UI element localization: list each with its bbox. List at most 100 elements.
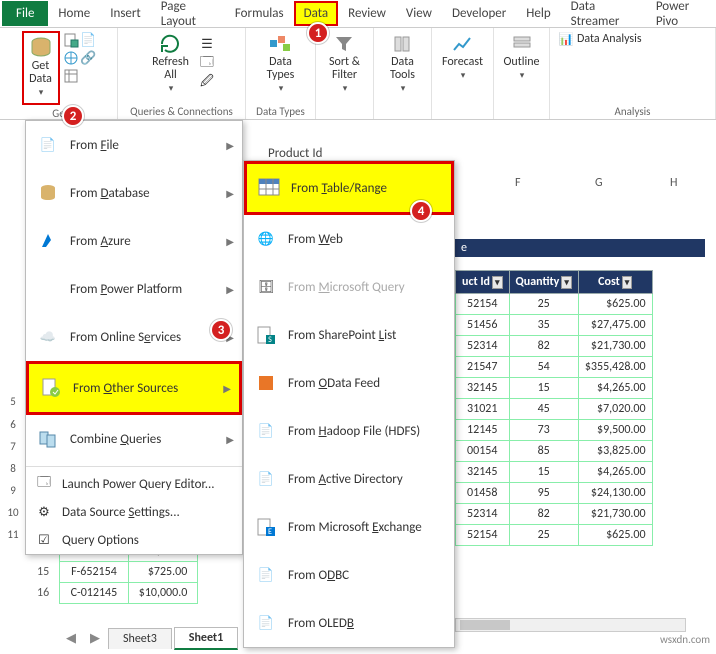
watermark: wsxdn.com — [660, 633, 710, 646]
sort-filter-button[interactable]: Sort & Filter — [325, 30, 364, 98]
submenu-from-odbc[interactable]: 📄From ODBC — [244, 551, 454, 599]
menu-combine-queries[interactable]: Combine Queries▶ — [26, 415, 242, 463]
table-icon — [257, 176, 281, 200]
gear-icon: ⚙ — [36, 504, 52, 520]
table-title-strip: e — [455, 239, 705, 257]
forecast-button[interactable]: Forecast — [438, 30, 487, 84]
col-cost[interactable]: Cost▾ — [578, 271, 652, 294]
ribbon-body: Get Data 📄 🔗 Ge Refresh All ☰ — [0, 28, 716, 120]
table-row[interactable]: 3102145$7,020.00 — [456, 399, 653, 420]
menu-from-database[interactable]: From Database▶ — [26, 169, 242, 217]
submenu-from-web[interactable]: 🌐From Web — [244, 215, 454, 263]
table-row[interactable]: 2154754$355,428.00 — [456, 357, 653, 378]
cloud-icon: ☁️ — [36, 325, 60, 349]
edit-links-icon[interactable]: 🖉 — [199, 75, 215, 91]
queries-icon[interactable]: ☰ — [199, 37, 215, 53]
tab-review[interactable]: Review — [338, 1, 396, 26]
data-table: uct Id▾ Quantity▾ Cost▾ 5215425$625.00 5… — [455, 270, 653, 546]
submenu-from-oledb[interactable]: 📄From OLEDB — [244, 599, 454, 647]
other-sources-submenu: From Table/Range 🌐From Web 🗄From Microso… — [243, 160, 455, 648]
table-row[interactable]: 5231482$21,730.00 — [456, 336, 653, 357]
azure-icon — [36, 229, 60, 253]
sheet-nav-next[interactable]: ▶ — [84, 631, 106, 646]
properties-icon[interactable]: 🗔 — [199, 56, 215, 72]
database-icon — [36, 181, 60, 205]
sheet-tabs: ◀ ▶ Sheet3 Sheet1 — [60, 627, 238, 650]
from-web-icon[interactable] — [63, 50, 79, 66]
from-text-icon[interactable] — [63, 32, 79, 48]
table-row[interactable]: 3214515$4,265.00 — [456, 462, 653, 483]
tab-insert[interactable]: Insert — [100, 1, 151, 26]
submenu-from-ad[interactable]: 📄From Active Directory — [244, 455, 454, 503]
col-header-f[interactable]: F — [515, 176, 521, 190]
col-product-id[interactable]: uct Id▾ — [456, 271, 510, 294]
data-types-button[interactable]: Data Types — [263, 30, 299, 98]
submenu-from-ms-query: 🗄From Microsoft Query — [244, 263, 454, 311]
table-row[interactable]: 16C-012145$10,000.0 — [27, 583, 198, 604]
menu-from-power-platform[interactable]: From Power Platform▶ — [26, 265, 242, 313]
step-badge-2: 2 — [62, 105, 84, 127]
file-tab[interactable]: File — [2, 1, 48, 26]
submenu-from-exchange[interactable]: EFrom Microsoft Exchange — [244, 503, 454, 551]
submenu-from-odata[interactable]: From OData Feed — [244, 359, 454, 407]
tab-help[interactable]: Help — [516, 1, 560, 26]
menu-launch-pqe[interactable]: 🗔Launch Power Query Editor... — [26, 470, 242, 498]
table-row[interactable]: 5145635$27,475.00 — [456, 315, 653, 336]
odata-icon — [254, 371, 278, 395]
refresh-all-button[interactable]: Refresh All — [148, 30, 193, 98]
table-row[interactable]: 5231482$21,730.00 — [456, 504, 653, 525]
group-label-dtypes: Data Types — [256, 104, 305, 118]
forecast-icon — [450, 32, 474, 56]
submenu-from-hadoop[interactable]: 📄From Hadoop File (HDFS) — [244, 407, 454, 455]
data-tools-button[interactable]: Data Tools — [386, 30, 419, 98]
menu-from-file[interactable]: 📄From File▶ — [26, 121, 242, 169]
recent-icon[interactable]: 📄 — [81, 32, 97, 48]
svg-text:S: S — [268, 335, 272, 345]
table-row[interactable]: 1214573$9,500.00 — [456, 420, 653, 441]
editor-icon: 🗔 — [36, 476, 52, 492]
database-icon — [29, 36, 53, 60]
get-data-menu: 📄From File▶ From Database▶ From Azure▶ F… — [25, 120, 243, 555]
col-quantity[interactable]: Quantity▾ — [509, 271, 578, 294]
get-data-button[interactable]: Get Data — [25, 34, 57, 102]
tab-formulas[interactable]: Formulas — [225, 1, 294, 26]
data-analysis-button[interactable]: 📊 Data Analysis — [556, 30, 644, 48]
menu-from-online-services[interactable]: ☁️From Online Services▶ — [26, 313, 242, 361]
connections-icon[interactable]: 🔗 — [81, 50, 97, 66]
tab-developer[interactable]: Developer — [442, 1, 516, 26]
table-row[interactable]: 5215425$625.00 — [456, 294, 653, 315]
tools-icon — [390, 32, 414, 56]
menu-query-options[interactable]: ☑Query Options — [26, 526, 242, 554]
submenu-from-sharepoint-list[interactable]: SFrom SharePoint List — [244, 311, 454, 359]
horizontal-scrollbar[interactable] — [455, 618, 686, 632]
combine-icon — [36, 427, 60, 451]
funnel-icon — [332, 32, 356, 56]
tab-home[interactable]: Home — [48, 1, 100, 26]
sheet-tab-sheet1[interactable]: Sheet1 — [174, 627, 238, 650]
table-header-row: uct Id▾ Quantity▾ Cost▾ — [456, 271, 653, 294]
table-row[interactable]: 3214515$4,265.00 — [456, 378, 653, 399]
menu-from-other-sources[interactable]: From Other Sources▶ — [26, 361, 242, 415]
table-row[interactable]: 5215425$625.00 — [456, 525, 653, 546]
table-row[interactable]: 0145895$24,130.00 — [456, 483, 653, 504]
odbc-icon: 📄 — [254, 563, 278, 587]
group-label-analysis: Analysis — [615, 104, 651, 118]
table-row[interactable]: 0015485$3,825.00 — [456, 441, 653, 462]
col-header-h[interactable]: H — [670, 176, 677, 190]
outline-icon — [510, 32, 534, 56]
table-row[interactable]: 15F-652154$725.00 — [27, 562, 198, 583]
step-badge-1: 1 — [307, 22, 329, 44]
oledb-icon: 📄 — [254, 611, 278, 635]
outline-button[interactable]: Outline — [499, 30, 543, 84]
menu-data-source-settings[interactable]: ⚙Data Source Settings... — [26, 498, 242, 526]
group-label-queries: Queries & Connections — [130, 104, 233, 118]
sheet-tab-sheet3[interactable]: Sheet3 — [108, 628, 172, 649]
sheet-nav-prev[interactable]: ◀ — [60, 631, 82, 646]
options-icon: ☑ — [36, 532, 52, 548]
msquery-icon: 🗄 — [254, 275, 278, 299]
col-header-g[interactable]: G — [595, 176, 603, 190]
menu-from-azure[interactable]: From Azure▶ — [26, 217, 242, 265]
svg-text:E: E — [268, 527, 272, 537]
from-table-icon[interactable] — [63, 68, 79, 84]
tab-view[interactable]: View — [396, 1, 442, 26]
